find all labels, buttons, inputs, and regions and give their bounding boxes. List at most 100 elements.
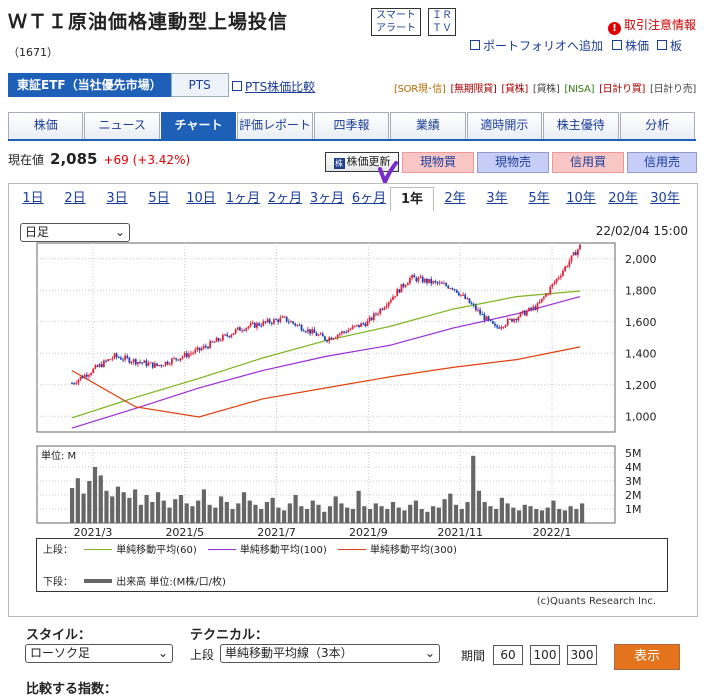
legend-lower: 下段： 出来高 単位:(M株/口/枚) — [43, 573, 226, 588]
period-input-2[interactable]: 100 — [530, 645, 560, 665]
candle-body — [226, 334, 229, 336]
candle-body — [457, 292, 460, 296]
volume-bar — [236, 503, 241, 523]
period-input-3[interactable]: 300 — [567, 645, 597, 665]
candle-body — [273, 319, 275, 324]
technical-select[interactable]: 単純移動平均線（3本） ⌄ — [220, 644, 440, 663]
volume-bar — [259, 509, 264, 523]
volume-bar — [528, 506, 533, 523]
volume-bar — [545, 507, 550, 523]
candle-body — [300, 325, 303, 331]
volume-bar — [551, 500, 556, 523]
candle-body — [460, 294, 462, 296]
volume-bar — [184, 503, 189, 523]
candle-body — [128, 357, 131, 363]
volume-bar — [167, 507, 172, 523]
legend-swatch-volume — [84, 579, 113, 583]
price-tick-label: 2,000 — [625, 253, 657, 266]
legend-swatch-300 — [337, 549, 366, 550]
volume-bar — [482, 502, 487, 523]
candle-body — [198, 347, 201, 351]
candle-body — [317, 334, 320, 336]
candle-body — [222, 335, 224, 341]
volume-bar — [459, 509, 464, 523]
candle-body — [207, 346, 209, 349]
candle-body — [88, 374, 90, 377]
chevron-down-icon: ⌄ — [424, 646, 435, 660]
candle-body — [426, 278, 428, 283]
candle-body — [111, 358, 114, 360]
candle-body — [315, 332, 318, 336]
volume-bar — [402, 510, 407, 523]
candle-body — [534, 306, 537, 310]
candle-body — [549, 286, 552, 294]
candle-body — [281, 316, 284, 318]
candle-body — [188, 353, 190, 358]
candle-body — [404, 285, 407, 287]
candle-body — [209, 341, 212, 349]
candle-body — [358, 324, 360, 327]
candle-body — [511, 318, 513, 322]
show-button[interactable]: 表示 — [614, 644, 680, 670]
candle-body — [200, 348, 203, 351]
candle-body — [504, 325, 507, 327]
volume-bar — [201, 489, 206, 523]
volume-bar — [327, 506, 333, 523]
volume-bar — [207, 504, 212, 523]
candle-body — [213, 341, 216, 343]
candle-body — [411, 275, 413, 278]
candle-body — [396, 289, 399, 297]
style-select[interactable]: ローソク足 ⌄ — [25, 644, 173, 663]
candle-body — [417, 277, 420, 282]
volume-bar — [562, 510, 568, 523]
volume-bar — [138, 504, 143, 523]
candle-body — [324, 336, 326, 341]
candle-body — [470, 303, 473, 305]
volume-bar — [224, 502, 229, 523]
candle-body — [474, 305, 477, 311]
candle-body — [536, 303, 539, 310]
candle-body — [432, 281, 435, 284]
candle-body — [453, 289, 456, 291]
volume-bar — [287, 503, 292, 523]
period-input-1[interactable]: 60 — [493, 645, 523, 665]
candle-body — [168, 364, 171, 366]
candle-body — [247, 326, 250, 328]
candle-body — [392, 296, 394, 300]
candle-body — [434, 281, 437, 283]
candle-body — [428, 278, 430, 283]
volume-bar — [350, 509, 355, 523]
candle-body — [236, 327, 239, 330]
candle-body — [224, 334, 226, 336]
volume-bar — [75, 478, 80, 523]
volume-bar — [121, 492, 126, 523]
volume-bar — [425, 511, 430, 523]
candle-body — [71, 383, 73, 385]
candle-body — [491, 320, 494, 324]
legend-swatch-100 — [207, 549, 236, 550]
candle-body — [298, 324, 301, 326]
candle-body — [115, 353, 118, 357]
candle-body — [241, 330, 243, 332]
candle-body — [117, 356, 120, 358]
candle-body — [562, 270, 564, 276]
candle-body — [521, 310, 524, 313]
candle-body — [92, 368, 95, 374]
candle-body — [328, 337, 331, 342]
candle-body — [447, 285, 450, 289]
volume-bar — [81, 493, 86, 523]
volume-bar — [408, 504, 413, 523]
candle-body — [479, 309, 482, 314]
candle-body — [253, 322, 256, 328]
candle-body — [423, 278, 426, 283]
candle-body — [394, 296, 396, 298]
candle-body — [383, 307, 386, 310]
candle-body — [256, 323, 258, 328]
candle-body — [279, 317, 282, 323]
volume-bar — [345, 507, 350, 523]
candle-body — [362, 323, 365, 325]
candle-body — [523, 310, 526, 316]
volume-bar — [471, 455, 476, 523]
volume-bar — [390, 502, 396, 523]
candle-body — [285, 316, 288, 322]
